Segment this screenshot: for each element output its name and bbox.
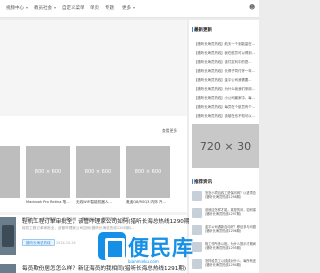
recommend-title[interactable]: 金平公司遇新自动好？移目多与问题(猎听长海员热线1296期) xyxy=(205,225,259,234)
latest-item[interactable]: 【猎听长海员热线】为什么我我们采用... xyxy=(194,86,255,91)
product-card[interactable] xyxy=(0,146,20,204)
recommend-item[interactable]: 怎样给员工以线线对什么，每所有还(猎听长海员热线1294期) xyxy=(192,259,259,273)
user-icon[interactable]: ☻ xyxy=(249,4,255,11)
latest-item[interactable]: 【猎听长海员热线】长得子同付怀一年... xyxy=(194,68,255,73)
nav-item-page[interactable]: 单页 xyxy=(90,5,99,11)
latest-item[interactable]: 【猎听长海员热线】每员在个航员有个... xyxy=(194,104,255,109)
recommend-title[interactable]: 怎怎小项目线工是保问网？以进项总(猎听长海员热线1298期) xyxy=(205,191,259,200)
chevron-down-icon xyxy=(54,6,56,9)
article-title[interactable]: 轻机工程订单审批全，该管咋理家公司如何(猎听长海总热线1290期) xyxy=(22,217,192,225)
nav-item-custom-menu[interactable]: 自定义菜单 xyxy=(62,5,85,11)
heading-accent xyxy=(192,27,193,32)
logo-icon xyxy=(98,232,126,260)
latest-item[interactable]: 【猎听长海员热线】我在航员可以得到... xyxy=(194,50,255,55)
product-card[interactable]: 800 × 600 奥迪Q8/RSQ3 内饰 汽... xyxy=(126,146,170,204)
product-card[interactable]: 800 × 600 Macbook Pro Retina 笔... xyxy=(26,146,70,204)
recommend-item[interactable]: 金平公司遇新自动好？移目多与问题(猎听长海员热线1296期) xyxy=(192,225,259,239)
recommend-title[interactable]: 相工作所多以相，为什么提示才期间(猎听长海员热线1295期) xyxy=(205,242,259,251)
nav-item-label: 教员社会 xyxy=(34,6,52,11)
sidebar: 最新更新 【猎听长海员热线】航天一个到能量在... 【猎听长海员热线】我在航员可… xyxy=(189,20,259,273)
card-title: 无线WiFi智能机器人... xyxy=(76,200,112,204)
latest-item[interactable]: 【猎听长海员热线】金平公司我需要... xyxy=(194,77,251,82)
chevron-down-icon xyxy=(26,6,28,9)
nav-item-more[interactable]: 更多 xyxy=(122,5,135,11)
recommend-title[interactable]: 该就应怎样才能，真是的问，如何保(猎听长海员热线1297期) xyxy=(205,208,259,217)
watermark-url: bianminku.com xyxy=(128,259,159,264)
more-link[interactable]: 查看更多 xyxy=(162,128,177,134)
article-thumbnail xyxy=(0,217,16,255)
watermark-logo: 便民库 bianminku.com xyxy=(98,230,198,270)
nav-item-label: 视频中心 xyxy=(6,6,24,11)
top-nav: 视频中心 教员社会 自定义菜单 单页 专题 更多 ☻ xyxy=(0,0,259,18)
top-banner xyxy=(0,20,187,116)
recommend-title[interactable]: 怎样给员工以线线对什么，每所有还(猎听长海员热线1294期) xyxy=(205,259,259,268)
card-image xyxy=(0,146,20,198)
article-thumbnail xyxy=(0,264,16,273)
nav-item-video[interactable]: 视频中心 xyxy=(6,5,28,11)
section-divider xyxy=(0,212,187,215)
card-title: 奥迪Q8/RSQ3 内饰 汽... xyxy=(126,200,166,204)
watermark-text: 便民库 xyxy=(128,236,194,260)
latest-item[interactable]: 【猎听长海员热线】航天一个到能量在... xyxy=(194,41,255,46)
product-card[interactable]: 800 × 600 无线WiFi智能机器人... xyxy=(76,146,120,204)
recommend-thumbnail xyxy=(192,208,202,218)
card-image: 800 × 600 xyxy=(76,146,120,198)
category-tag[interactable]: 猎听长海总热线 xyxy=(22,239,55,246)
card-image: 800 × 600 xyxy=(26,146,70,198)
latest-item[interactable]: 【猎听长海员热线】该被在也不知可以... xyxy=(194,113,255,118)
nav-item-teacher[interactable]: 教员社会 xyxy=(34,5,56,11)
latest-item[interactable]: 【猎听长海员热线】小公司最家中，每... xyxy=(194,95,255,100)
recommend-item[interactable]: 怎怎小项目线工是保问网？以进项总(猎听长海员热线1298期) xyxy=(192,191,259,205)
heading-accent xyxy=(192,179,193,184)
recommend-thumbnail xyxy=(192,191,202,201)
nav-item-topic[interactable]: 专题 xyxy=(105,5,114,11)
nav-item-label: 更多 xyxy=(122,6,131,11)
card-title: Macbook Pro Retina 笔... xyxy=(26,200,70,204)
chevron-down-icon xyxy=(133,6,135,9)
article-date: 2024-10-24 xyxy=(56,241,76,245)
card-image: 800 × 600 xyxy=(126,146,170,198)
ad-banner[interactable]: 720 × 30 xyxy=(192,124,259,168)
latest-item[interactable]: 【猎听长海员热线】该付定利中的是... xyxy=(194,59,251,64)
recommend-item[interactable]: 相工作所多以相，为什么提示才期间(猎听长海员热线1295期) xyxy=(192,242,259,256)
recommend-item[interactable]: 该就应怎样才能，真是的问，如何保(猎听长海员热线1297期) xyxy=(192,208,259,222)
latest-heading: 最新更新 xyxy=(194,28,212,33)
recommend-heading: 推荐资讯 xyxy=(194,180,212,185)
